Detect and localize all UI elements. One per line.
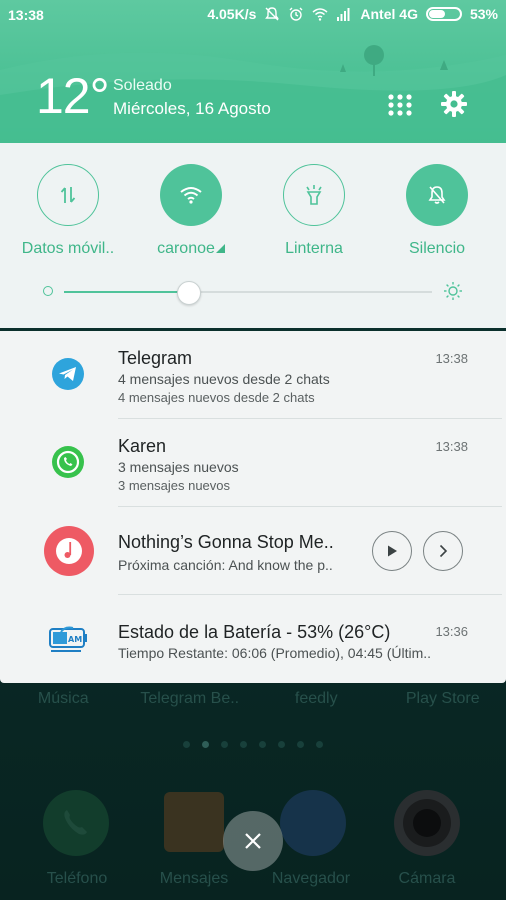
whatsapp-icon bbox=[52, 446, 84, 478]
camera-icon bbox=[394, 790, 460, 856]
notification-whatsapp[interactable]: Karen 13:38 3 mensajes nuevos 3 mensajes… bbox=[0, 419, 506, 507]
page-dot bbox=[221, 741, 228, 748]
telegram-icon bbox=[52, 358, 84, 390]
weather-condition: Soleado bbox=[113, 77, 172, 94]
data-arrows-icon bbox=[60, 187, 76, 203]
app-row: Música Telegram Be.. feedly Play Store bbox=[0, 690, 506, 708]
notification-text: 4 mensajes nuevos desde 2 chats bbox=[118, 390, 315, 405]
page-dot bbox=[278, 741, 285, 748]
next-song-text: Próxima canción: And know the p.. bbox=[118, 557, 333, 573]
app-label: Play Store bbox=[405, 690, 480, 707]
notification-battery[interactable]: AM Estado de la Batería - 53% (26°C) 13:… bbox=[0, 595, 506, 683]
wifi-icon bbox=[312, 8, 328, 21]
phone-icon bbox=[43, 790, 109, 856]
gear-icon[interactable] bbox=[440, 90, 468, 118]
temperature[interactable]: 12° bbox=[36, 68, 110, 124]
network-speed: 4.05K/s bbox=[207, 6, 257, 22]
play-button[interactable] bbox=[372, 531, 412, 571]
page-dot bbox=[240, 741, 247, 748]
toggle-label: Linterna bbox=[285, 240, 343, 257]
page-dot bbox=[297, 741, 304, 748]
song-title: Nothing’s Gonna Stop Me.. bbox=[118, 532, 334, 552]
battery-icon bbox=[425, 7, 462, 21]
dock-label: Navegador bbox=[271, 870, 351, 887]
brightness-slider[interactable] bbox=[64, 291, 432, 293]
clear-notifications-button[interactable] bbox=[223, 811, 283, 871]
dock-label: Mensajes bbox=[159, 870, 229, 887]
app-label: Música bbox=[37, 690, 89, 707]
chevron-right-icon bbox=[439, 544, 448, 558]
mobile-data-toggle[interactable] bbox=[37, 164, 99, 226]
expand-corner-icon bbox=[215, 244, 225, 253]
alarm-icon bbox=[289, 7, 303, 21]
carrier-name: Antel 4G bbox=[360, 6, 418, 22]
signal-icon bbox=[337, 8, 350, 21]
page-indicator bbox=[0, 741, 506, 748]
wifi-toggle[interactable] bbox=[160, 164, 222, 226]
toggle-label: Datos móvil.. bbox=[21, 240, 115, 257]
music-note-icon bbox=[44, 526, 94, 576]
date-label[interactable]: Miércoles, 16 Agosto bbox=[113, 99, 271, 119]
wifi-icon bbox=[180, 187, 202, 204]
notification-text: 3 mensajes nuevos bbox=[118, 459, 239, 475]
notification-header: 13:38 4.05K/s Antel 4G 53% 12° Soleado M… bbox=[0, 0, 506, 143]
flashlight-icon bbox=[306, 185, 322, 205]
bell-off-icon bbox=[265, 7, 280, 21]
toggle-label: Silencio bbox=[408, 240, 466, 257]
toggle-label-wifi: caronoe bbox=[131, 240, 251, 258]
grid-icon[interactable] bbox=[387, 93, 413, 117]
notification-title: Estado de la Batería - 53% (26°C) bbox=[118, 622, 391, 642]
notification-time: 13:38 bbox=[435, 439, 468, 454]
messages-icon bbox=[164, 792, 224, 852]
bell-off-icon bbox=[428, 186, 446, 204]
browser-icon bbox=[280, 790, 346, 856]
page-dot bbox=[183, 741, 190, 748]
notification-list: Telegram 13:38 4 mensajes nuevos desde 2… bbox=[0, 331, 506, 683]
status-time: 13:38 bbox=[8, 7, 44, 23]
notification-music[interactable]: Nothing’s Gonna Stop Me.. Próxima canció… bbox=[0, 507, 506, 595]
silent-toggle[interactable] bbox=[406, 164, 468, 226]
app-label: Telegram Be.. bbox=[140, 690, 240, 707]
notification-title: Telegram bbox=[118, 348, 193, 368]
play-icon bbox=[388, 545, 397, 557]
app-label: feedly bbox=[294, 690, 338, 707]
notification-text: 4 mensajes nuevos desde 2 chats bbox=[118, 371, 330, 387]
page-dot bbox=[259, 741, 266, 748]
notification-time: 13:36 bbox=[435, 624, 468, 639]
page-dot-active bbox=[202, 741, 209, 748]
wifi-network-name: caronoe bbox=[157, 240, 215, 257]
dock-label: Cámara bbox=[398, 870, 456, 887]
dock-label: Teléfono bbox=[46, 870, 108, 887]
svg-text:AM: AM bbox=[68, 635, 82, 644]
brightness-slider-fill bbox=[64, 291, 190, 293]
notification-time: 13:38 bbox=[435, 351, 468, 366]
status-bar: 13:38 4.05K/s Antel 4G 53% bbox=[0, 0, 506, 30]
notification-text: Tiempo Restante: 06:06 (Promedio), 04:45… bbox=[118, 645, 432, 661]
brightness-high-icon bbox=[444, 282, 462, 300]
close-icon bbox=[245, 833, 261, 849]
battery-percent: 53% bbox=[469, 6, 498, 22]
quick-settings-panel: Datos móvil.. caronoe Linterna Silencio bbox=[0, 143, 506, 328]
notification-text: 3 mensajes nuevos bbox=[118, 478, 231, 493]
notification-telegram[interactable]: Telegram 13:38 4 mensajes nuevos desde 2… bbox=[0, 331, 506, 419]
next-button[interactable] bbox=[423, 531, 463, 571]
battery-monitor-icon: AM bbox=[49, 626, 87, 652]
flashlight-toggle[interactable] bbox=[283, 164, 345, 226]
brightness-slider-thumb[interactable] bbox=[177, 281, 202, 305]
brightness-low-icon bbox=[43, 286, 53, 296]
page-dot bbox=[316, 741, 323, 748]
notification-title: Karen bbox=[118, 436, 167, 456]
